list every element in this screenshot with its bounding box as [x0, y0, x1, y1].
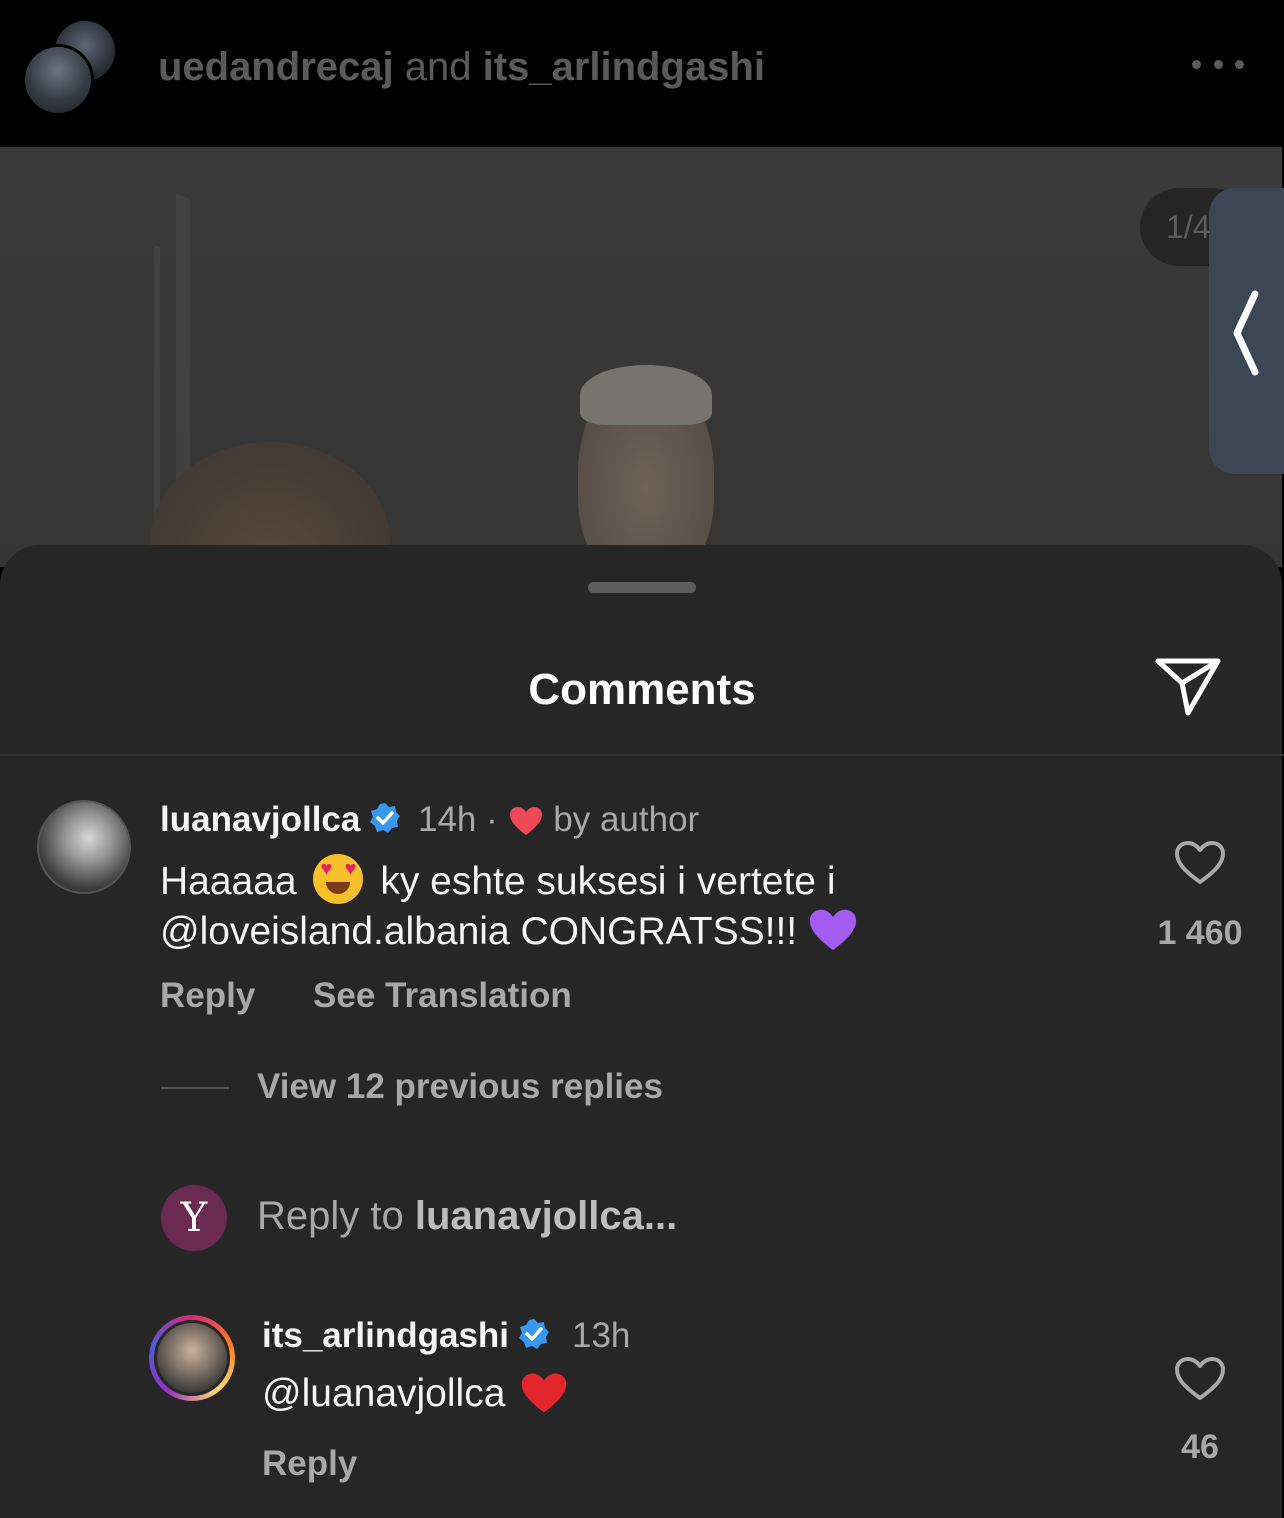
more-horizontal-icon[interactable]	[1192, 60, 1244, 74]
comment-text: @luanavjollca	[262, 1370, 569, 1418]
paper-plane-icon[interactable]	[1154, 655, 1222, 719]
thread-line	[161, 1087, 229, 1089]
mention-link[interactable]: @luanavjollca	[262, 1372, 505, 1415]
reply-input[interactable]: Reply to luanavjollca...	[257, 1194, 677, 1239]
comment-text-part-a: Haaaaa	[160, 860, 297, 903]
meta-separator: ·	[486, 800, 498, 839]
comment-text-line-2[interactable]: @loveisland.albania CONGRATSS!!!	[160, 910, 797, 953]
liked-by-author-label: by author	[553, 800, 700, 839]
author-liked-heart-icon	[509, 807, 542, 835]
reply-input-target: luanavjollca...	[414, 1194, 678, 1238]
avatar-its-arlindgashi[interactable]	[22, 44, 94, 116]
red-heart-emoji-icon	[522, 1373, 567, 1413]
sheet-title: Comments	[528, 665, 756, 714]
commenter-avatar[interactable]	[37, 800, 131, 894]
current-user-avatar: Y	[161, 1185, 227, 1251]
author-link-1[interactable]: uedandrecaj	[158, 45, 394, 89]
comment-text-part-b: ky eshte suksesi i vertete i	[380, 860, 836, 903]
comment-actions: Reply See Translation	[160, 976, 572, 1016]
comment-time: 13h	[572, 1316, 631, 1355]
comment-line-1: Haaaaa ky eshte suksesi i vertete i	[160, 854, 859, 906]
photo-person-hair	[580, 365, 712, 425]
comment-time: 14h	[418, 800, 477, 839]
post-authors: uedandrecaj and its_arlindgashi	[158, 42, 765, 92]
verified-badge-icon	[519, 1319, 550, 1349]
comment-username[interactable]: luanavjollca	[160, 800, 402, 840]
sheet-grabber[interactable]	[588, 582, 696, 593]
chevron-left-icon	[1233, 290, 1259, 376]
sheet-divider	[0, 754, 1284, 756]
commenter-avatar[interactable]	[154, 1320, 230, 1396]
comment-meta: 14h · by author	[418, 800, 699, 840]
like-count: 46	[1181, 1428, 1219, 1466]
heart-eyes-emoji-icon	[313, 854, 364, 904]
purple-heart-emoji-icon	[810, 909, 857, 951]
view-replies-button[interactable]: View 12 previous replies	[257, 1067, 663, 1107]
heart-outline-icon[interactable]	[1174, 1356, 1226, 1402]
verified-badge-icon	[370, 803, 401, 833]
see-translation-button[interactable]: See Translation	[313, 976, 572, 1015]
heart-outline-icon[interactable]	[1174, 840, 1226, 886]
post-header: uedandrecaj and its_arlindgashi	[0, 0, 1284, 147]
reply-input-prefix: Reply to	[257, 1194, 404, 1238]
authors-conjunction: and	[404, 45, 472, 89]
comment-text: Haaaaa ky eshte suksesi i vertete i @lov…	[160, 854, 859, 956]
comment-username[interactable]: its_arlindgashi	[262, 1316, 551, 1356]
comment-actions: Reply	[262, 1444, 357, 1484]
like-count: 1 460	[1157, 914, 1243, 952]
author-link-2[interactable]: its_arlindgashi	[483, 45, 765, 89]
comment-line-2: @loveisland.albania CONGRATSS!!!	[160, 906, 859, 956]
side-panel-tab[interactable]	[1209, 188, 1284, 474]
comment-username-text[interactable]: luanavjollca	[160, 800, 360, 839]
collab-avatars[interactable]	[22, 18, 118, 116]
reply-button[interactable]: Reply	[262, 1444, 357, 1483]
comment-username-text[interactable]: its_arlindgashi	[262, 1316, 509, 1355]
reply-button[interactable]: Reply	[160, 976, 255, 1015]
post-photo[interactable]	[0, 147, 1282, 567]
